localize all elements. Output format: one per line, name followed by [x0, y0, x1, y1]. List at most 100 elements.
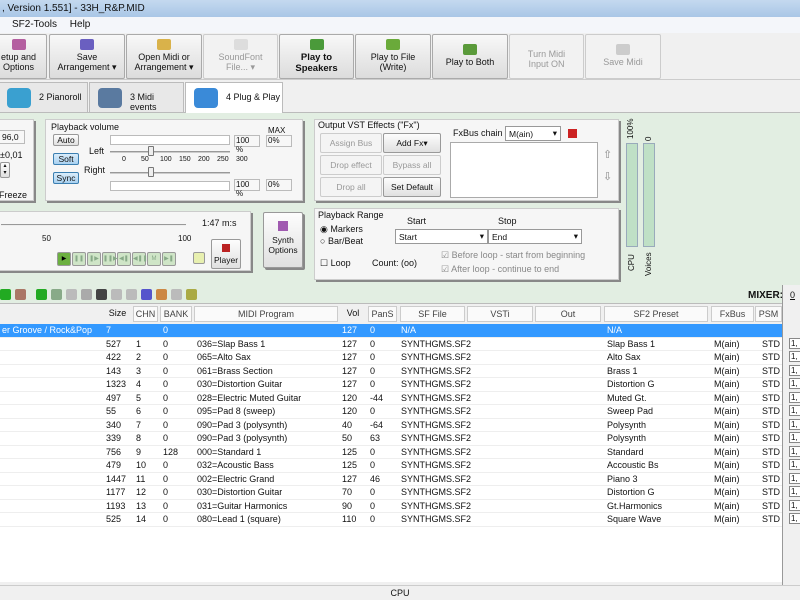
circle-icon[interactable]	[81, 289, 92, 300]
left-volume-slider[interactable]	[110, 151, 230, 153]
before-loop-checkbox[interactable]: ☑ Before loop - start from beginning	[441, 250, 585, 261]
table-row[interactable]: 756 9 128 000=Standard 1 125 0 SYNTHGMS.SF2 Sta…	[0, 446, 788, 459]
fx-chain-list[interactable]	[450, 142, 598, 198]
left-volume-thumb[interactable]	[148, 146, 154, 156]
table-row[interactable]: 1447 11 0 002=Electric Grand 127 46 SYNTHGMS.S…	[0, 473, 788, 486]
table-row[interactable]: 340 7 0 090=Pad 3 (polysynth) 40 -64 SYNTHGMS.…	[0, 419, 788, 432]
col-pans[interactable]: PanS	[368, 306, 397, 322]
col-chn[interactable]: CHN	[133, 306, 158, 322]
fxbus-delete-icon[interactable]	[568, 129, 577, 138]
mixer-cell[interactable]: 1,	[789, 513, 800, 524]
col-sf2-preset[interactable]: SF2 Preset	[604, 306, 708, 322]
tempo-field[interactable]: 96,0	[0, 130, 25, 144]
table-row[interactable]: 1177 12 0 030=Distortion Guitar 70 0 SYNTHGMS.…	[0, 486, 788, 500]
move-down-icon[interactable]: ⇩	[603, 170, 612, 183]
menu-help[interactable]: Help	[70, 19, 91, 30]
m-button[interactable]: M	[147, 252, 161, 266]
menu-sf2-tools[interactable]: SF2-Tools	[12, 19, 57, 30]
mixer-cell[interactable]: 1,	[789, 364, 800, 376]
tab-pianoroll[interactable]: 2 Pianoroll	[0, 82, 88, 113]
col-midi-program[interactable]: MIDI Program	[194, 306, 338, 322]
refresh-icon[interactable]	[0, 289, 11, 300]
add-fx-button[interactable]: Add Fx▾	[383, 133, 441, 153]
tab-plug-play[interactable]: 4 Plug & Play	[185, 82, 283, 114]
mixer-cell[interactable]: 1,	[789, 486, 800, 497]
soft-button[interactable]: Soft	[53, 153, 79, 165]
set-default-button[interactable]: Set Default	[383, 177, 441, 197]
open-midi-button[interactable]: Open Midi or Arrangement ▾	[126, 34, 202, 79]
stop-select[interactable]: End	[488, 229, 582, 244]
right-volume-thumb[interactable]	[148, 167, 154, 177]
play-button[interactable]: ▶	[57, 252, 71, 266]
synth-options-button[interactable]: Synth Options	[263, 212, 303, 268]
turn-midi-input-button[interactable]: Turn Midi Input ON	[509, 34, 584, 79]
home-icon[interactable]	[15, 289, 26, 300]
right-volume-slider[interactable]	[110, 172, 230, 174]
count-field[interactable]: Count: (oo)	[372, 258, 417, 268]
save-midi-button[interactable]: Save Midi	[585, 34, 661, 79]
square-icon[interactable]	[111, 289, 122, 300]
end-button[interactable]: ▶❚	[162, 252, 176, 266]
move-up-icon[interactable]: ⇧	[603, 148, 612, 161]
mixer-cell[interactable]: 1,	[789, 378, 800, 389]
table-row[interactable]: 497 5 0 028=Electric Muted Guitar 120 -44 SYNT…	[0, 392, 788, 405]
save-arrangement-button[interactable]: Save Arrangement ▾	[49, 34, 125, 79]
drop-all-button[interactable]: Drop all	[320, 177, 382, 197]
freeze-label[interactable]: Freeze	[0, 190, 27, 200]
tempo-spinner[interactable]: ▴ ▾	[0, 162, 10, 178]
loop-checkbox[interactable]: ☐ Loop	[320, 258, 351, 269]
table-row[interactable]: 339 8 0 090=Pad 3 (polysynth) 50 63 SYNTHGMS.S…	[0, 432, 788, 446]
mixer-cell[interactable]: 1,	[789, 432, 800, 443]
mixer-cell[interactable]: 1,	[789, 405, 800, 416]
rewind-button[interactable]: ◀❚	[117, 252, 131, 266]
auto-button[interactable]: Auto	[53, 134, 79, 146]
add-track-icon[interactable]	[36, 289, 47, 300]
assign-bus-button[interactable]: Assign Bus	[320, 133, 382, 153]
player-button[interactable]: Player	[211, 239, 241, 269]
play-to-file-button[interactable]: Play to File (Write)	[355, 34, 431, 79]
col-sf-file[interactable]: SF File	[400, 306, 465, 322]
image-icon[interactable]	[51, 289, 62, 300]
grid-icon[interactable]	[171, 289, 182, 300]
table-row[interactable]: 1193 13 0 031=Guitar Harmonics 90 0 SYNTHGMS.S…	[0, 500, 788, 513]
mixer-cell[interactable]: 1,	[789, 472, 800, 484]
table-row[interactable]: 422 2 0 065=Alto Sax 127 0 SYNTHGMS.SF2 Alto Sa…	[0, 351, 788, 365]
markers-radio[interactable]: ◉ Markers	[320, 224, 363, 235]
col-vol[interactable]: Vol	[340, 306, 366, 322]
mixer-cell[interactable]: 1,	[789, 391, 800, 403]
after-loop-checkbox[interactable]: ☑ After loop - continue to end	[441, 264, 559, 275]
table-row[interactable]: 55 6 0 095=Pad 8 (sweep) 120 0 SYNTHGMS.SF2 Swe…	[0, 405, 788, 419]
play-to-speakers-button[interactable]: Play to Speakers	[279, 34, 354, 79]
mixer-cell[interactable]: 1,	[789, 459, 800, 470]
image2-icon[interactable]	[66, 289, 77, 300]
step-fwd-button[interactable]: ❚❚▶	[102, 252, 118, 266]
sync-button[interactable]: Sync	[53, 172, 79, 184]
table-row[interactable]: 479 10 0 032=Acoustic Bass 125 0 SYNTHGMS.SF2 A…	[0, 459, 788, 473]
mixer-cell[interactable]: 1,	[789, 418, 800, 430]
bars-icon[interactable]	[156, 289, 167, 300]
table-row[interactable]: 525 14 0 080=Lead 1 (square) 110 0 SYNTHGMS.SF…	[0, 513, 788, 527]
tab-midi-events[interactable]: 3 Midi events	[89, 82, 184, 113]
sphere-icon[interactable]	[141, 289, 152, 300]
table-row[interactable]: 1323 4 0 030=Distortion Guitar 127 0 SYNTHGMS.…	[0, 378, 788, 392]
col-out[interactable]: Out	[535, 306, 601, 322]
square2-icon[interactable]	[126, 289, 137, 300]
start-select[interactable]: Start	[395, 229, 488, 244]
barbeat-radio[interactable]: ○ Bar/Beat	[320, 236, 363, 246]
col-size[interactable]: Size	[105, 306, 130, 322]
fxbus-select[interactable]: M(ain)	[505, 126, 561, 141]
table-row[interactable]: er Groove / Rock&Pop 7 0 127 0 N/A N/A	[0, 324, 782, 338]
zoom-icon[interactable]	[186, 289, 197, 300]
col-fxbus[interactable]: FxBus	[711, 306, 754, 322]
mixer-cell[interactable]: 1,	[789, 499, 800, 511]
bypass-all-button[interactable]: Bypass all	[383, 155, 441, 175]
setup-options-button[interactable]: etup and Options	[0, 34, 47, 79]
mixer-cell[interactable]: 1,	[789, 445, 800, 457]
trash-icon[interactable]	[96, 289, 107, 300]
pause-button[interactable]: ❚❚	[72, 252, 86, 266]
position-slider[interactable]	[1, 224, 186, 226]
mixer-cell[interactable]: 1,	[789, 351, 800, 362]
col-bank[interactable]: BANK	[160, 306, 192, 322]
step-button[interactable]: ❚▶	[87, 252, 101, 266]
col-vsti[interactable]: VSTi	[467, 306, 533, 322]
